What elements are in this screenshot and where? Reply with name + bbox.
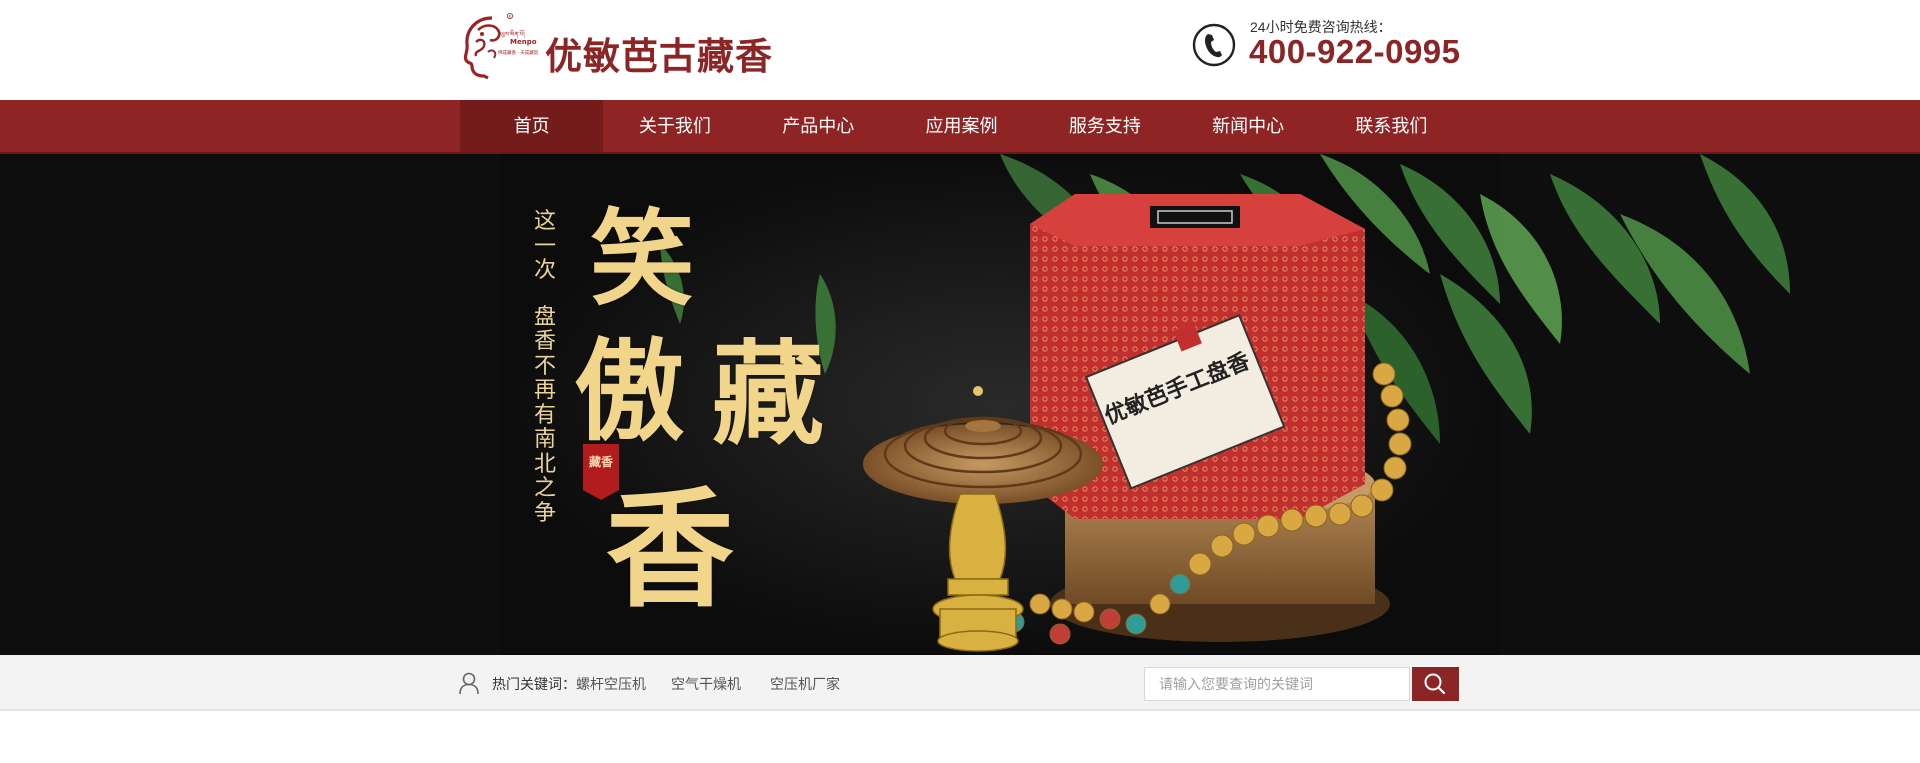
- nav-item-about[interactable]: 关于我们: [603, 100, 746, 152]
- nav-item-contact[interactable]: 联系我们: [1320, 100, 1463, 152]
- phone-icon: [1192, 23, 1236, 67]
- main-nav: 首页 关于我们 产品中心 应用案例 服务支持 新闻中心 联系我们: [0, 100, 1920, 154]
- calligraphy-char-2: 傲: [574, 327, 684, 456]
- nav-item-products[interactable]: 产品中心: [747, 100, 890, 152]
- menpo-logo-icon[interactable]: ་ཡུལ་མིན་པོ། Menpo 佛成藏香 · 天成藏韵 R: [458, 12, 538, 84]
- nav-item-support[interactable]: 服务支持: [1033, 100, 1176, 152]
- hot-keywords-label: 热门关键词：: [492, 676, 576, 692]
- calligraphy-char-4: 香: [606, 475, 735, 625]
- banner-vertical-text: 这一次 盘香不再有南北之争: [530, 209, 560, 526]
- site-header: ་ཡུལ་མིན་པོ། Menpo 佛成藏香 · 天成藏韵 R 优敏芭古藏香 …: [0, 0, 1920, 100]
- nav-item-home[interactable]: 首页: [460, 100, 604, 152]
- search-input[interactable]: [1144, 667, 1410, 701]
- hero-banner[interactable]: 优敏芭手工盘香 藏香 这 一 次 盘 香 不 再 有 南 北 之 争 笑 傲 藏…: [0, 154, 1920, 655]
- svg-text:Menpo: Menpo: [510, 38, 537, 46]
- vertical-line-1: 这一次: [533, 209, 556, 283]
- hotline-number: 400-922-0995: [1249, 33, 1461, 70]
- nav-item-cases[interactable]: 应用案例: [890, 100, 1033, 152]
- search-strip: 热门关键词： 螺杆空压机 空气干燥机 空压机厂家: [0, 655, 1920, 711]
- hot-keyword-3[interactable]: 空压机厂家: [770, 674, 840, 694]
- banner-artwork: 优敏芭手工盘香 藏香: [0, 154, 1920, 655]
- nav-item-news[interactable]: 新闻中心: [1176, 100, 1319, 152]
- search-icon: [1424, 673, 1446, 695]
- brand-name: 优敏芭古藏香: [545, 34, 773, 78]
- vertical-line-2: 盘香不再有南北之争: [533, 304, 556, 526]
- calligraphy-char-3: 藏: [712, 329, 824, 460]
- svg-text:佛成藏香 · 天成藏韵: 佛成藏香 · 天成藏韵: [498, 49, 538, 56]
- hot-keyword-1[interactable]: 螺杆空压机: [576, 674, 646, 694]
- user-icon: [459, 672, 479, 695]
- nav-items: 首页 关于我们 产品中心 应用案例 服务支持 新闻中心 联系我们: [460, 100, 1463, 152]
- hot-keyword-2[interactable]: 空气干燥机: [671, 674, 741, 694]
- search-button[interactable]: [1412, 667, 1459, 701]
